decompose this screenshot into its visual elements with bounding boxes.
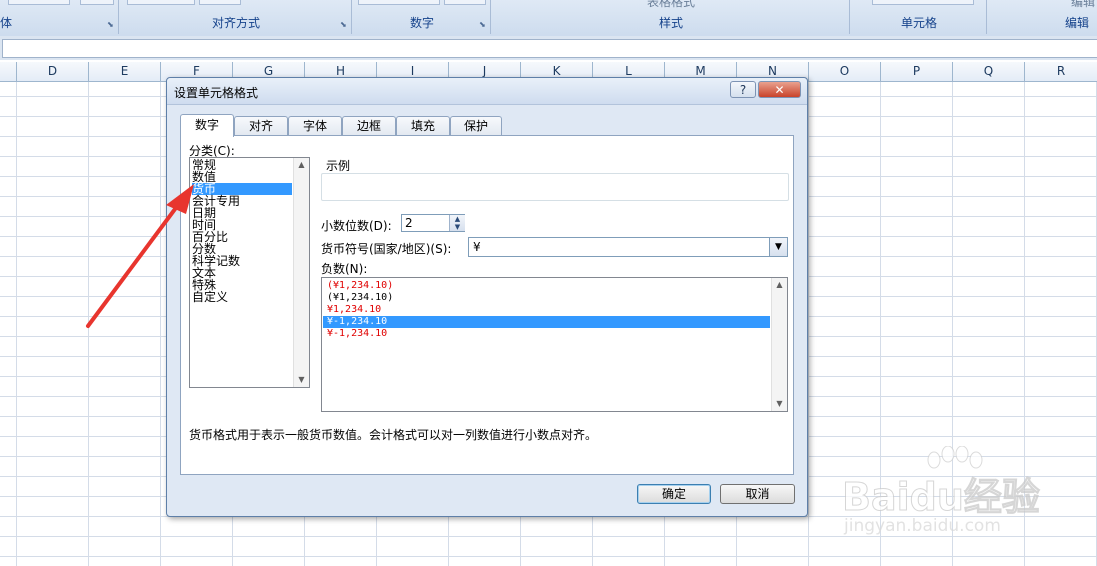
tab-number[interactable]: 数字 [180, 114, 234, 137]
sample-label: 示例 [326, 159, 351, 173]
tab-font[interactable]: 字体 [288, 116, 342, 135]
ribbon-control-stub[interactable] [444, 0, 486, 5]
scroll-down-icon[interactable]: ▼ [294, 373, 309, 387]
watermark-url: jingyan.baidu.com [844, 516, 1001, 536]
formula-bar [0, 36, 1097, 60]
column-header[interactable]: E [88, 62, 160, 81]
editing-top-label[interactable]: 编辑 [1071, 0, 1095, 10]
dialog-launcher-icon[interactable]: ⬊ [479, 21, 487, 29]
tab-fill[interactable]: 填充 [396, 116, 450, 135]
watermark: Baidu经验 jingyan.baidu.com [836, 446, 1046, 546]
format-cells-dialog: 设置单元格格式 ? ✕ 数字 对齐 字体 边框 填充 保护 分类(C): 常规 … [166, 77, 808, 517]
help-button[interactable]: ? [730, 81, 756, 98]
column-header[interactable]: O [808, 62, 880, 81]
ribbon-group-number: 数字 ⬊ [354, 0, 491, 34]
dialog-title: 设置单元格格式 [174, 86, 259, 100]
column-header[interactable]: Q [952, 62, 1024, 81]
ribbon-group-label: 编辑 [1064, 16, 1089, 30]
ribbon-group-label: 数字 [409, 16, 434, 30]
ribbon-control-stub[interactable] [8, 0, 70, 5]
decimal-places-spinner[interactable]: ▲ ▼ [449, 215, 465, 231]
tab-protection[interactable]: 保护 [450, 116, 502, 135]
spin-down-icon[interactable]: ▼ [450, 223, 465, 231]
negative-format-item[interactable]: (¥1,234.10) [323, 292, 770, 304]
ribbon-group-font: 体 ⬊ [0, 0, 119, 34]
negative-format-item[interactable]: ¥1,234.10 [323, 304, 770, 316]
currency-symbol-select[interactable]: ¥ ▼ [468, 237, 788, 257]
ribbon-group-label: 单元格 [900, 16, 937, 30]
ribbon-control-stub[interactable] [80, 0, 114, 5]
negative-numbers-label: 负数(N): [321, 262, 368, 276]
ribbon-group-editing: 编辑 编辑 [989, 0, 1097, 34]
currency-symbol-label: 货币符号(国家/地区)(S): [321, 242, 452, 256]
category-scrollbar[interactable]: ▲ ▼ [293, 158, 309, 387]
watermark-brand: Baidu经验 [842, 475, 1041, 520]
sample-box [321, 173, 789, 201]
number-tab-panel: 分类(C): 常规 数值 货币 会计专用 日期 时间 百分比 分数 科学记数 文… [180, 135, 794, 475]
decimal-places-label: 小数位数(D): [321, 219, 392, 233]
column-header[interactable]: D [16, 62, 88, 81]
currency-symbol-value: ¥ [473, 240, 481, 254]
negative-numbers-list[interactable]: (¥1,234.10) (¥1,234.10) ¥1,234.10 ¥-1,23… [321, 277, 788, 412]
scroll-up-icon[interactable]: ▲ [772, 278, 787, 292]
dialog-launcher-icon[interactable]: ⬊ [340, 21, 348, 29]
column-header[interactable]: R [1024, 62, 1097, 81]
ribbon-group-label: 样式 [658, 16, 683, 30]
column-header[interactable] [0, 62, 16, 81]
negative-format-item[interactable]: ¥-1,234.10 [323, 328, 770, 340]
scroll-up-icon[interactable]: ▲ [294, 158, 309, 172]
category-list[interactable]: 常规 数值 货币 会计专用 日期 时间 百分比 分数 科学记数 文本 特殊 自定… [189, 157, 310, 388]
ribbon-group-label: 对齐方式 [211, 16, 260, 30]
category-item[interactable]: 自定义 [192, 291, 292, 303]
negative-format-item[interactable]: (¥1,234.10) [323, 280, 770, 292]
ribbon-group-label: 体 [0, 16, 13, 30]
formula-input[interactable] [2, 39, 1097, 58]
cancel-button[interactable]: 取消 [720, 484, 795, 504]
dropdown-arrow-icon[interactable]: ▼ [769, 238, 787, 256]
ribbon-group-alignment: 对齐方式 ⬊ [121, 0, 352, 34]
tab-alignment[interactable]: 对齐 [234, 116, 288, 135]
ribbon-control-stub[interactable] [127, 0, 195, 5]
spin-up-icon[interactable]: ▲ [450, 215, 465, 223]
dialog-titlebar[interactable]: 设置单元格格式 ? ✕ [167, 78, 807, 105]
tab-border[interactable]: 边框 [342, 116, 396, 135]
ribbon: 体 ⬊ 对齐方式 ⬊ 数字 ⬊ 表格格式 样式 单元格 编辑 编辑 [0, 0, 1097, 37]
ribbon-group-styles: 表格格式 样式 [493, 0, 850, 34]
negative-list-scrollbar[interactable]: ▲ ▼ [771, 278, 787, 411]
ribbon-control-stub[interactable] [872, 0, 974, 5]
ribbon-control-stub[interactable] [358, 0, 440, 5]
scroll-down-icon[interactable]: ▼ [772, 397, 787, 411]
dialog-launcher-icon[interactable]: ⬊ [107, 21, 115, 29]
negative-format-item-selected[interactable]: ¥-1,234.10 [323, 316, 770, 328]
ribbon-group-cells: 单元格 [852, 0, 987, 34]
ok-button[interactable]: 确定 [637, 484, 711, 504]
ribbon-control-stub[interactable] [199, 0, 241, 5]
close-button[interactable]: ✕ [758, 81, 801, 98]
column-header[interactable]: P [880, 62, 952, 81]
category-description: 货币格式用于表示一般货币数值。会计格式可以对一列数值进行小数点对齐。 [189, 428, 598, 442]
format-as-table-label[interactable]: 表格格式 [493, 0, 849, 10]
